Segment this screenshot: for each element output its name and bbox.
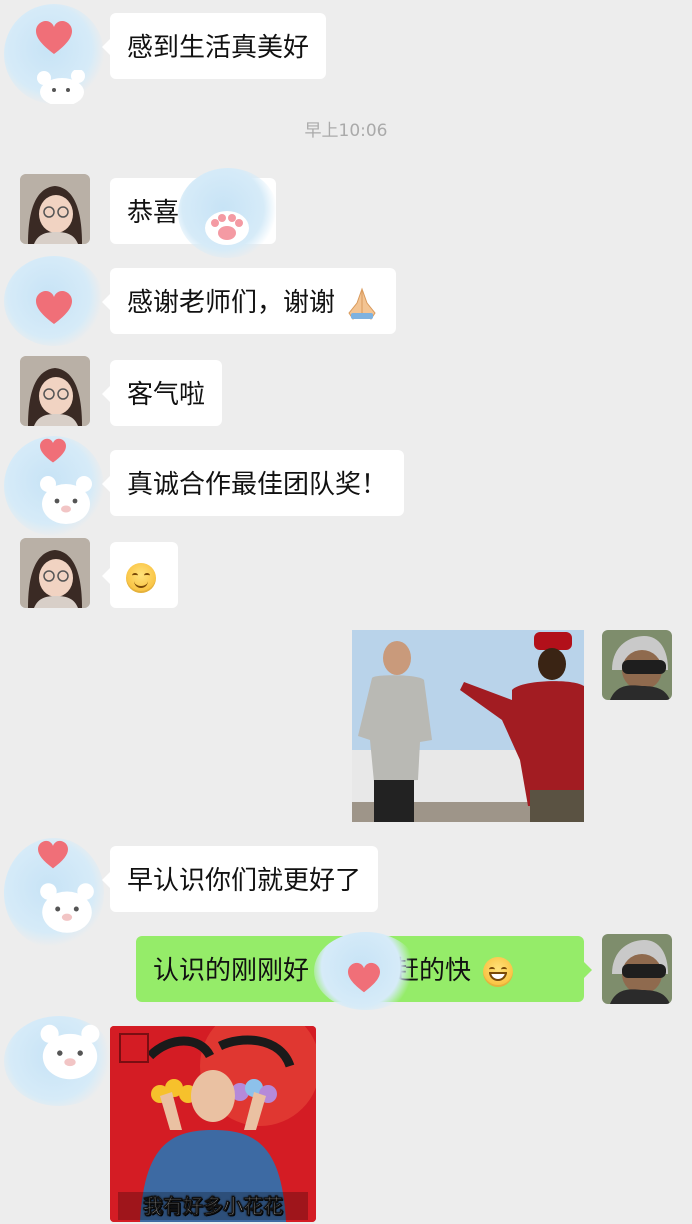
paw-icon: [205, 211, 249, 245]
girl-avatar[interactable]: [20, 174, 90, 244]
bear-icon: [40, 1024, 100, 1080]
bear-icon: [40, 883, 94, 933]
bear-icon: [40, 476, 92, 524]
timestamp: 早上10:06: [304, 121, 388, 141]
sticker-image[interactable]: 我有好多小花花: [110, 1026, 316, 1222]
message-text: 早认识你们就更好了: [127, 866, 362, 896]
message-bubble[interactable]: 客气啦: [101, 360, 223, 426]
helmet-portrait-icon: [602, 630, 672, 700]
shared-photo[interactable]: [352, 630, 584, 822]
message-text: 感到生活真美好: [127, 33, 310, 63]
heart-icon: [36, 291, 72, 324]
sticker-caption: 我有好多小花花: [143, 1194, 284, 1219]
girl-portrait-icon: [20, 174, 90, 244]
smiling-face-icon: [126, 562, 156, 593]
message-bubble[interactable]: 早认识你们就更好了: [101, 846, 379, 912]
bear-icon: [37, 70, 85, 104]
message-text: 感谢老师们，谢谢: [127, 288, 336, 318]
heart-icon: [36, 21, 72, 54]
grinning-face-icon: [483, 956, 514, 987]
message-text: 真诚合作最佳团队奖！: [127, 470, 388, 500]
message-bubble[interactable]: 真诚合作最佳团队奖！: [101, 450, 405, 516]
message-bubble[interactable]: 感到生活真美好: [101, 13, 327, 79]
heart-icon: [38, 840, 68, 869]
heart-icon: [40, 438, 66, 463]
folded-hands-icon: [348, 287, 376, 320]
message-bubble[interactable]: 感谢老师们，谢谢: [101, 268, 397, 334]
photo-two-men-icon: [352, 630, 584, 822]
helmet-avatar[interactable]: [602, 934, 672, 1004]
helmet-portrait-icon: [602, 934, 672, 1004]
girl-portrait-icon: [20, 538, 90, 608]
girl-avatar[interactable]: [20, 356, 90, 426]
girl-portrait-icon: [20, 356, 90, 426]
message-text-a: 认识的刚刚好: [153, 956, 310, 986]
message-text: 恭喜: [127, 198, 180, 228]
message-text: 客气啦: [127, 380, 206, 410]
helmet-avatar[interactable]: [602, 630, 672, 700]
girl-avatar[interactable]: [20, 538, 90, 608]
heart-icon: [348, 962, 380, 993]
message-bubble[interactable]: [102, 542, 178, 608]
